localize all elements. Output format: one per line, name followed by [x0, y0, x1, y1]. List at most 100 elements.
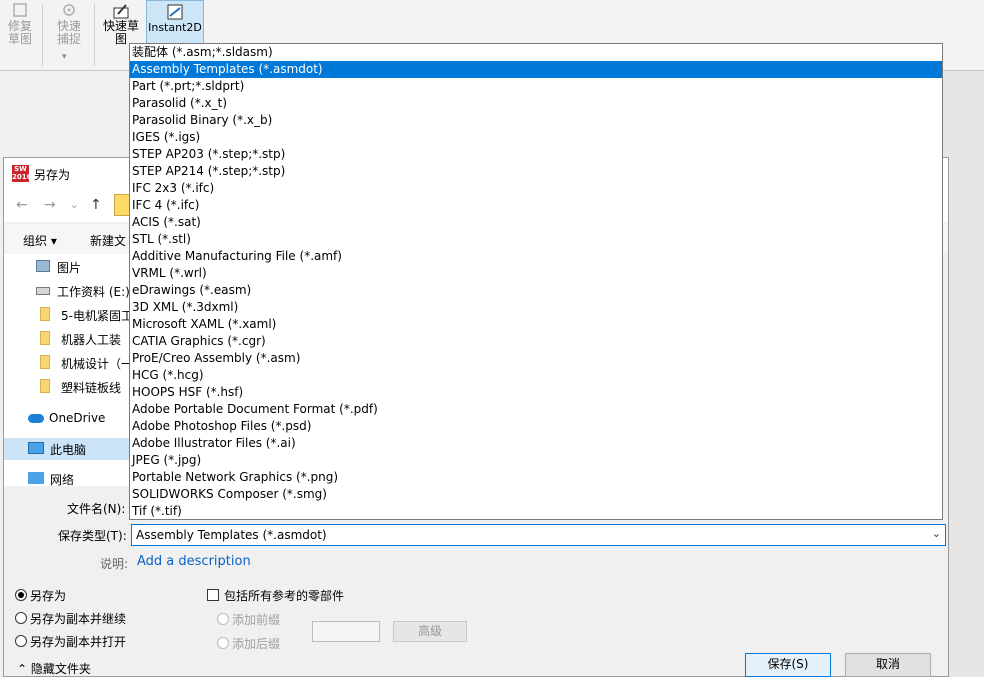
chevron-down-icon[interactable]: ⌄ [70, 200, 78, 211]
file-type-option[interactable]: STEP AP203 (*.step;*.stp) [130, 146, 942, 163]
nav-item-folder[interactable]: 塑料链板线 [8, 376, 131, 398]
advanced-button[interactable]: 高级 [393, 621, 467, 642]
nav-item-pictures[interactable]: 图片 [4, 256, 131, 278]
file-type-option[interactable]: IGES (*.igs) [130, 129, 942, 146]
chevron-down-icon: ⌄ [931, 527, 941, 540]
add-prefix-label: 添加前缀 [232, 613, 281, 627]
save-as-copy-continue-radio[interactable] [15, 612, 27, 624]
nav-item-label: 机器人工装 [61, 333, 122, 347]
computer-icon [28, 442, 44, 454]
file-type-option[interactable]: Tif (*.tif) [130, 503, 942, 520]
folder-icon [40, 331, 50, 345]
nav-item-this-pc[interactable]: 此电脑 [4, 438, 131, 460]
solidworks-app-icon: SW 2016 [12, 165, 32, 182]
chevron-down-icon[interactable]: ▾ [62, 52, 67, 62]
save-as-radio[interactable] [15, 589, 27, 601]
instant2d-label: Instant2D [148, 21, 202, 34]
forward-arrow-icon[interactable]: → [44, 197, 56, 213]
new-folder-button[interactable]: 新建文 [90, 232, 126, 249]
save-as-copy-continue-label: 另存为副本并继续 [30, 612, 127, 626]
file-type-option[interactable]: Parasolid (*.x_t) [130, 95, 942, 112]
file-type-option[interactable]: CATIA Graphics (*.cgr) [130, 333, 942, 350]
onedrive-icon [28, 414, 44, 423]
file-type-option[interactable]: Additive Manufacturing File (*.amf) [130, 248, 942, 265]
drive-icon [36, 287, 50, 295]
save-as-copy-open-label: 另存为副本并打开 [30, 635, 127, 649]
nav-item-label: 5-电机紧固工 [61, 309, 131, 323]
file-type-option[interactable]: Adobe Illustrator Files (*.ai) [130, 435, 942, 452]
include-references-checkbox[interactable] [207, 589, 219, 601]
file-type-option[interactable]: ProE/Creo Assembly (*.asm) [130, 350, 942, 367]
file-type-option[interactable]: Adobe Photoshop Files (*.psd) [130, 418, 942, 435]
nav-item-folder[interactable]: 机械设计（一 [8, 352, 131, 374]
file-type-option[interactable]: HOOPS HSF (*.hsf) [130, 384, 942, 401]
back-arrow-icon[interactable]: ← [16, 197, 28, 213]
folder-icon [40, 307, 50, 321]
file-type-option[interactable]: Parasolid Binary (*.x_b) [130, 112, 942, 129]
nav-item-folder[interactable]: 机器人工装 [8, 328, 131, 350]
save-as-radio-label: 另存为 [30, 589, 67, 603]
nav-item-folder[interactable]: 5-电机紧固工 [8, 304, 131, 326]
nav-item-label: 机械设计（一 [61, 357, 131, 371]
cancel-button[interactable]: 取消 [845, 653, 931, 677]
file-type-option[interactable]: STL (*.stl) [130, 231, 942, 248]
file-type-option[interactable]: Part (*.prt;*.sldprt) [130, 78, 942, 95]
repair-sketch-icon [13, 3, 27, 17]
file-type-option[interactable]: STEP AP214 (*.step;*.stp) [130, 163, 942, 180]
description-label: 说明: [100, 557, 129, 571]
file-name-label: 文件名(N): [67, 502, 126, 516]
file-type-option[interactable]: IFC 4 (*.ifc) [130, 197, 942, 214]
file-type-option[interactable]: 3D XML (*.3dxml) [130, 299, 942, 316]
file-type-option[interactable]: eDrawings (*.easm) [130, 282, 942, 299]
quick-sketch-button[interactable]: 快速草图 [98, 0, 144, 46]
instant2d-button[interactable]: Instant2D [146, 0, 204, 44]
nav-item-onedrive[interactable]: OneDrive [4, 408, 123, 430]
file-type-option[interactable]: Microsoft XAML (*.xaml) [130, 316, 942, 333]
add-suffix-label: 添加后缀 [232, 637, 281, 651]
file-type-select[interactable]: Assembly Templates (*.asmdot) ⌄ [131, 524, 946, 546]
graphics-area [943, 71, 984, 677]
quick-sketch-icon [113, 4, 129, 19]
add-suffix-radio[interactable] [217, 637, 229, 649]
ribbon-separator [94, 4, 95, 66]
pictures-icon [36, 260, 50, 272]
hide-folders-toggle[interactable]: ⌃ 隐藏文件夹 [17, 660, 91, 677]
file-type-option[interactable]: IFC 2x3 (*.ifc) [130, 180, 942, 197]
add-prefix-radio[interactable] [217, 613, 229, 625]
save-as-copy-open-radio[interactable] [15, 635, 27, 647]
save-button[interactable]: 保存(S) [745, 653, 831, 677]
file-type-option[interactable]: ACIS (*.sat) [130, 214, 942, 231]
repair-sketch-label: 修复草图 [7, 19, 32, 46]
repair-sketch-button[interactable]: 修复草图 [0, 0, 40, 46]
file-type-option[interactable]: 装配体 (*.asm;*.sldasm) [130, 44, 942, 61]
chevron-up-icon: ⌃ [17, 662, 28, 676]
include-references-label: 包括所有参考的零部件 [224, 589, 345, 603]
file-type-option[interactable]: Portable Network Graphics (*.png) [130, 469, 942, 486]
up-arrow-icon[interactable]: ↑ [90, 197, 102, 213]
quick-snap-label: 快速捕捉 [56, 19, 81, 46]
add-description-link[interactable]: Add a description [137, 554, 251, 569]
nav-item-network[interactable]: 网络 [4, 468, 131, 486]
quick-snap-button[interactable]: 快速捕捉 [46, 0, 92, 46]
instant2d-icon [167, 4, 183, 20]
nav-item-label: 工作资料 (E:) [57, 285, 130, 299]
nav-item-label: 图片 [57, 261, 82, 275]
file-type-option[interactable]: JPEG (*.jpg) [130, 452, 942, 469]
navigation-pane: 图片 工作资料 (E:) 5-电机紧固工 机器人工装 机械设计（一 塑料链板线 … [4, 254, 131, 486]
hide-folders-label: 隐藏文件夹 [30, 662, 91, 676]
file-type-option[interactable]: HCG (*.hcg) [130, 367, 942, 384]
file-type-option-selected[interactable]: Assembly Templates (*.asmdot) [130, 61, 942, 78]
nav-item-label: 此电脑 [50, 443, 87, 457]
nav-item-label: 塑料链板线 [61, 381, 122, 395]
quick-snap-icon [63, 4, 75, 16]
nav-item-label: 网络 [50, 473, 75, 486]
organize-button[interactable]: 组织 ▾ [23, 232, 57, 249]
folder-icon [40, 379, 50, 393]
file-type-option[interactable]: Adobe Portable Document Format (*.pdf) [130, 401, 942, 418]
file-type-option[interactable]: SOLIDWORKS Composer (*.smg) [130, 486, 942, 503]
file-type-option[interactable]: VRML (*.wrl) [130, 265, 942, 282]
nav-item-drive-e[interactable]: 工作资料 (E:) [4, 280, 131, 302]
prefix-suffix-input[interactable] [312, 621, 380, 642]
dialog-title: 另存为 [34, 168, 71, 182]
nav-item-label: OneDrive [49, 411, 106, 425]
